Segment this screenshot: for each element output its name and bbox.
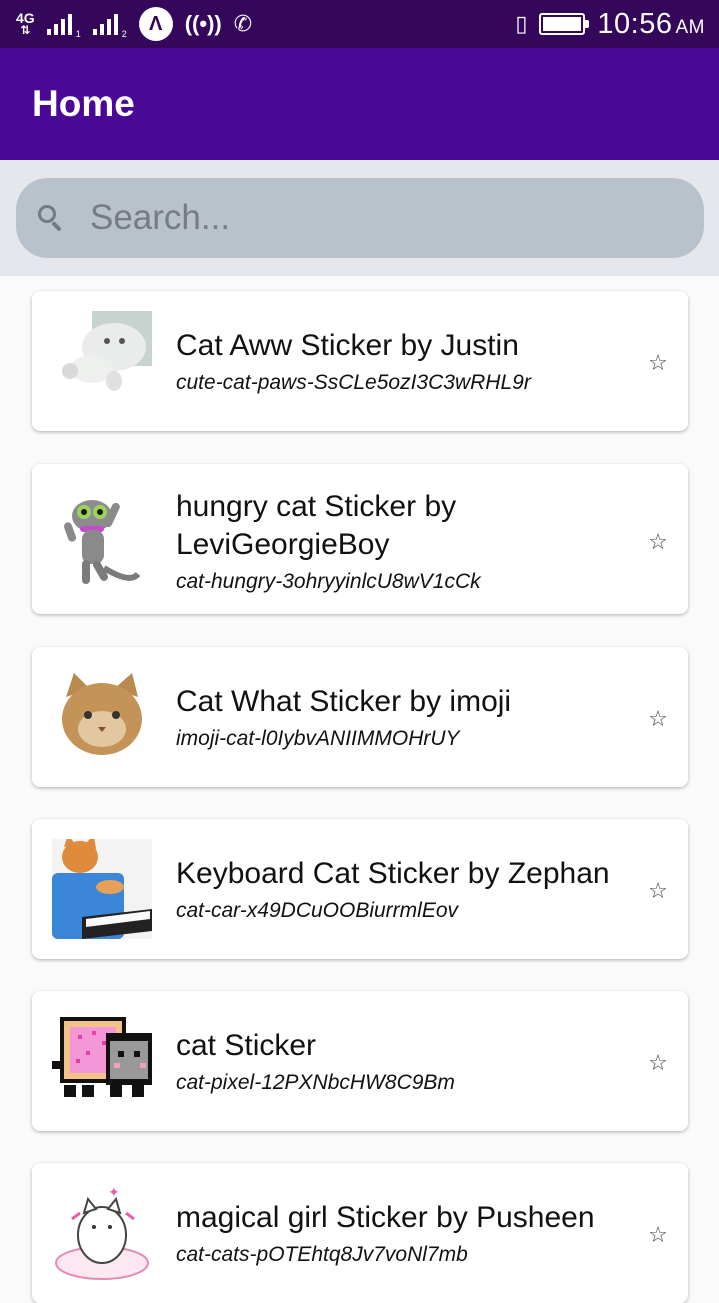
sticker-title: Keyboard Cat Sticker by Zephan [176, 857, 610, 890]
star-outline-icon[interactable]: ☆ [646, 530, 670, 554]
sticker-card[interactable]: Keyboard Cat Sticker by Zephan cat-car-x… [32, 819, 688, 959]
network-type-icon: 4G ⇅ [16, 11, 35, 36]
sticker-slug: cat-pixel-12PXNbcHW8C9Bm [176, 1071, 455, 1094]
star-outline-icon[interactable]: ☆ [646, 1223, 670, 1247]
clock-time: 10:56 [597, 7, 673, 40]
sticker-card[interactable]: Cat Aww Sticker by Justin cute-cat-paws-… [32, 291, 688, 431]
search-input[interactable] [88, 197, 648, 239]
sticker-thumbnail [52, 835, 152, 939]
status-left: 4G ⇅ 1 2 Λ ((•)) ✆ [16, 7, 252, 41]
sticker-title: Cat Aww Sticker by Justin [176, 329, 519, 362]
sticker-slug: cat-cats-pOTEhtq8Jv7voNl7mb [176, 1243, 468, 1266]
clock: 10:56 AM [597, 8, 705, 41]
sticker-thumbnail: ✦ [52, 1183, 152, 1283]
app-notification-icon: Λ [138, 7, 173, 41]
page-title: Home [32, 83, 135, 124]
sticker-title: cat Sticker [176, 1029, 317, 1062]
signal-sim1-icon: 1 [46, 13, 81, 39]
svg-text:✦: ✦ [108, 1184, 120, 1200]
sticker-card[interactable]: cat Sticker cat-pixel-12PXNbcHW8C9Bm ☆ [32, 991, 688, 1131]
sticker-card[interactable]: hungry cat Sticker by LeviGeorgieBoy cat… [32, 464, 688, 614]
sim2-label: 2 [121, 29, 127, 39]
sticker-thumbnail [52, 488, 152, 588]
sticker-slug: cute-cat-paws-SsCLe5ozI3C3wRHL9r [176, 371, 531, 394]
clock-ampm: AM [675, 16, 705, 38]
search-bar[interactable] [16, 178, 704, 258]
sticker-title: magical girl Sticker by Pusheen [176, 1201, 595, 1234]
star-outline-icon[interactable]: ☆ [646, 351, 670, 375]
star-outline-icon[interactable]: ☆ [646, 707, 670, 731]
signal-sim2-icon: 2 [92, 13, 127, 39]
sticker-slug: cat-car-x49DCuOOBiurrmlEov [176, 899, 459, 922]
sim1-label: 1 [75, 29, 81, 39]
vibrate-icon: ▯ [515, 11, 528, 36]
status-bar: 4G ⇅ 1 2 Λ ((•)) ✆ ▯ 10:56 AM [0, 0, 719, 48]
sticker-card[interactable]: ✦ magical girl Sticker by Pusheen cat-ca… [32, 1163, 688, 1303]
battery-icon [539, 13, 590, 35]
sticker-thumbnail [52, 667, 152, 767]
wifi-calling-icon: ✆ [233, 11, 253, 36]
search-area [0, 160, 719, 276]
sticker-thumbnail [52, 1011, 152, 1111]
status-right: ▯ 10:56 AM [515, 8, 705, 41]
sticker-thumbnail [52, 311, 152, 411]
sticker-slug: imoji-cat-l0IybvANIIMMOHrUY [176, 727, 460, 750]
app-bar: Home [0, 48, 719, 160]
hotspot-icon: ((•)) [184, 11, 222, 36]
star-outline-icon[interactable]: ☆ [646, 1051, 670, 1075]
star-outline-icon[interactable]: ☆ [646, 879, 670, 903]
search-icon [36, 203, 66, 233]
sticker-card[interactable]: Cat What Sticker by imoji imoji-cat-l0Iy… [32, 647, 688, 787]
sticker-title: hungry cat Sticker by LeviGeorgieBoy [176, 490, 457, 561]
sticker-title: Cat What Sticker by imoji [176, 685, 512, 718]
sticker-slug: cat-hungry-3ohryyinlcU8wV1cCk [176, 570, 481, 593]
